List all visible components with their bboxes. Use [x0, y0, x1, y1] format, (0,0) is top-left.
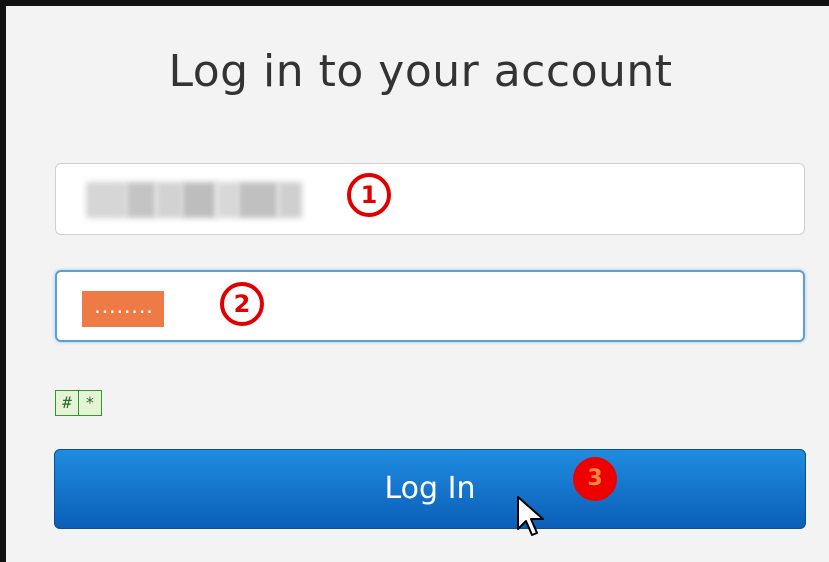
show-password-star-toggle[interactable]: *	[78, 390, 102, 416]
username-field[interactable]	[55, 163, 805, 235]
redacted-username-value	[86, 182, 326, 218]
show-password-hash-toggle[interactable]: #	[55, 390, 79, 416]
mouse-pointer-icon	[517, 496, 544, 536]
annotation-marker-1: 1	[347, 173, 391, 217]
annotation-marker-3: 3	[573, 457, 617, 501]
login-panel: Log in to your account ........ 1 2 # * …	[0, 0, 829, 562]
login-button[interactable]: Log In	[54, 449, 806, 529]
password-masked-value: ........	[82, 291, 164, 327]
annotation-marker-2: 2	[220, 282, 264, 326]
page-title: Log in to your account	[168, 46, 673, 97]
password-field[interactable]: ........	[55, 270, 805, 342]
